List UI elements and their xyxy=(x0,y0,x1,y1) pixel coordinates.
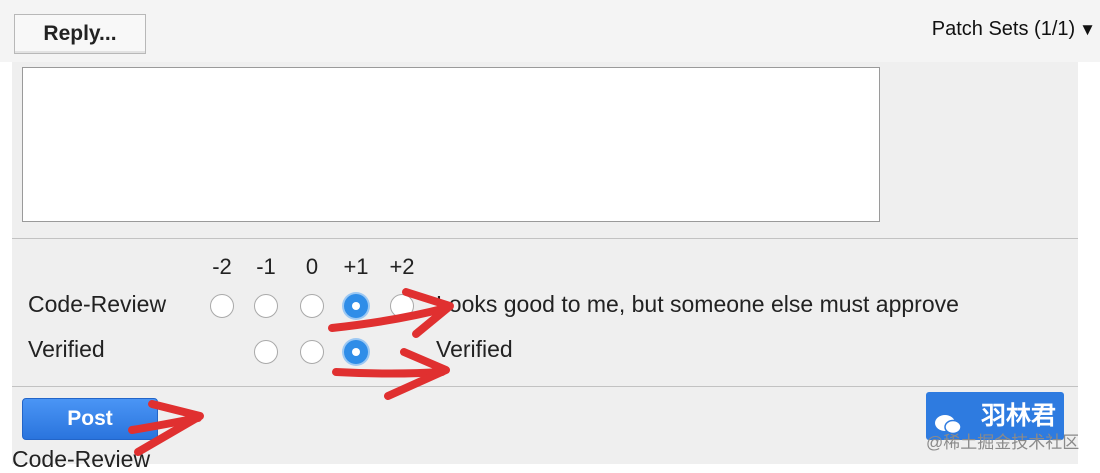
code-review-label: Code-Review xyxy=(28,291,167,317)
code-review-description: Looks good to me, but someone else must … xyxy=(436,291,959,317)
patch-sets-label: Patch Sets (1/1) xyxy=(931,18,1076,40)
wechat-icon xyxy=(934,404,962,435)
next-section-heading: Code-Review xyxy=(12,446,151,472)
code-review-radio-minus2[interactable] xyxy=(210,294,234,318)
code-review-radio-plus2[interactable] xyxy=(390,294,414,318)
scale-label: 0 xyxy=(305,254,319,279)
code-review-radio-0[interactable] xyxy=(300,294,324,318)
scale-label: +2 xyxy=(389,254,415,279)
code-review-radio-minus1[interactable] xyxy=(254,294,278,318)
divider-top xyxy=(12,238,1078,239)
patch-sets-toggle[interactable]: Patch Sets (1/1) ▼ xyxy=(932,18,1096,41)
verified-radio-0[interactable] xyxy=(300,340,324,364)
verified-radio-plus1[interactable] xyxy=(344,340,368,364)
verified-description: Verified xyxy=(436,336,513,362)
watermark-site: @稀土掘金技术社区 xyxy=(926,433,1080,452)
verified-radio-minus1[interactable] xyxy=(254,340,278,364)
watermark-title: 羽林君 xyxy=(980,402,1056,430)
divider-bottom xyxy=(12,386,1078,387)
triangle-down-icon: ▼ xyxy=(1079,20,1096,39)
scale-label: -2 xyxy=(212,254,232,279)
post-button[interactable]: Post xyxy=(22,398,158,440)
reply-button[interactable]: Reply... xyxy=(14,14,146,54)
scale-label: -1 xyxy=(256,254,276,279)
comment-textarea[interactable] xyxy=(22,67,880,222)
verified-label: Verified xyxy=(28,336,105,362)
code-review-radio-plus1[interactable] xyxy=(344,294,368,318)
scale-label: +1 xyxy=(343,254,369,279)
